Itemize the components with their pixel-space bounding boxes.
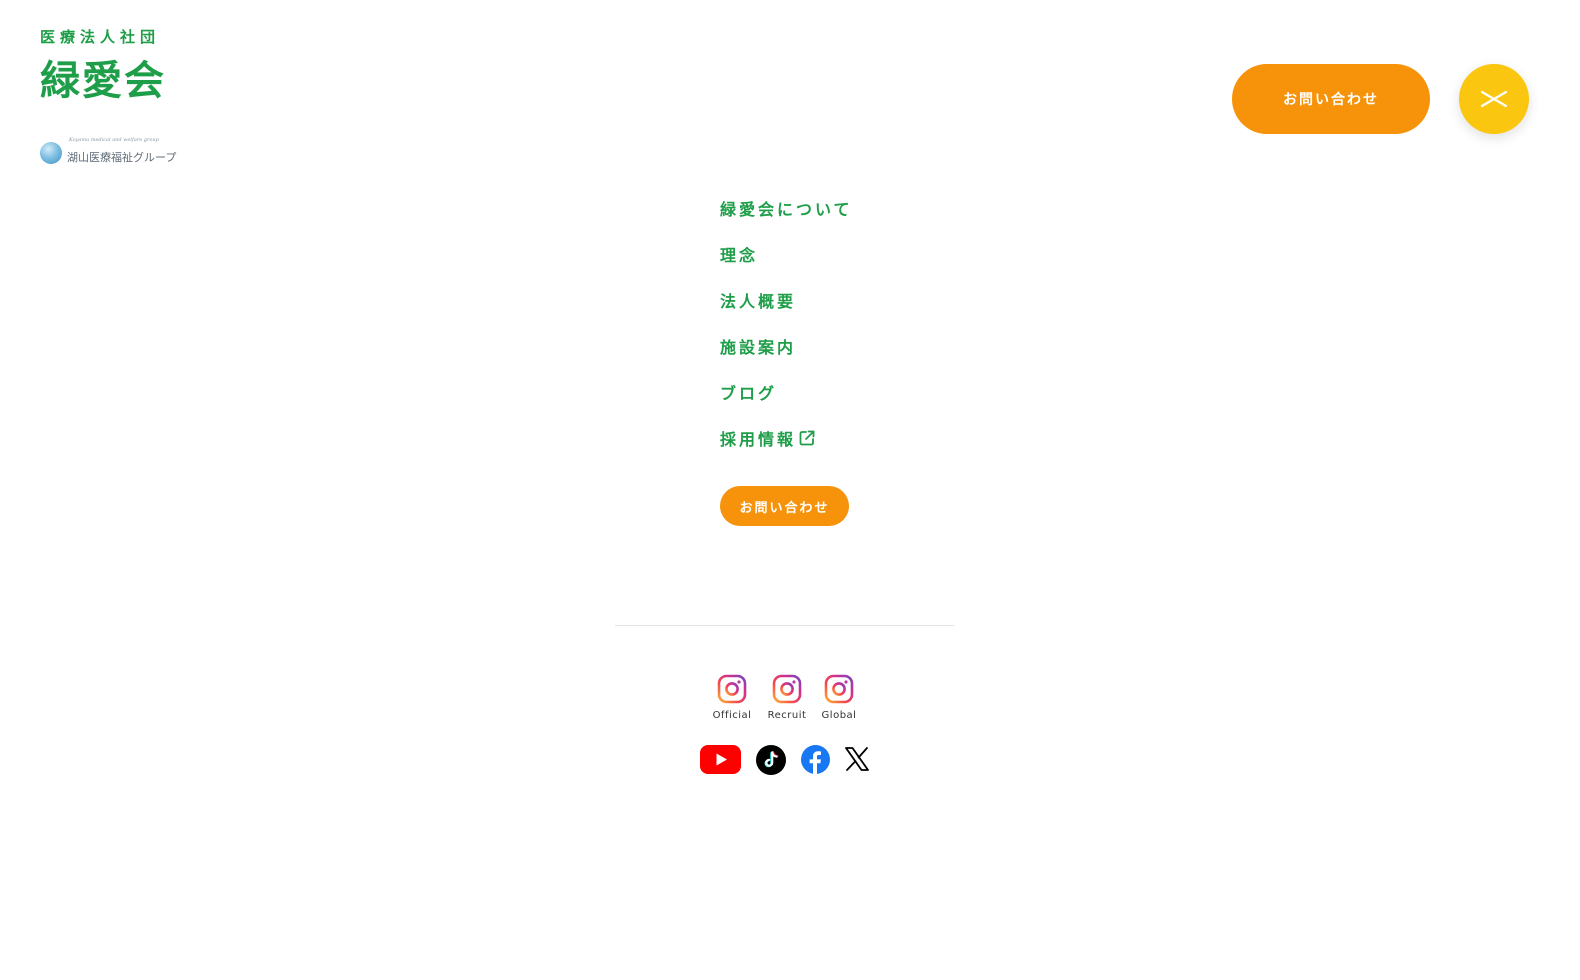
menu-item-label: 法人概要: [720, 292, 797, 311]
menu-item-label: 採用情報: [720, 430, 797, 449]
instagram-global-label: Global: [821, 710, 857, 721]
header-contact-label: お問い合わせ: [1283, 92, 1379, 108]
external-link-icon: [798, 429, 816, 447]
logo-subtitle: 医療法人社団: [40, 28, 161, 46]
menu-item-recruit[interactable]: 採用情報: [720, 424, 853, 452]
menu-item-label: 理念: [720, 246, 759, 265]
menu-item-label: 緑愛会について: [720, 200, 853, 219]
instagram-recruit-label: Recruit: [767, 710, 807, 721]
tiktok-icon: [756, 745, 786, 775]
facebook-link[interactable]: [801, 745, 830, 778]
close-icon: [1480, 90, 1508, 108]
menu-contact-label: お問い合わせ: [739, 500, 830, 516]
menu-item-blog[interactable]: ブログ: [720, 378, 853, 406]
global-menu: 緑愛会について 理念 法人概要 施設案内 ブログ 採用情報: [720, 194, 853, 470]
instagram-icon: [717, 674, 747, 704]
youtube-link[interactable]: [700, 745, 741, 778]
menu-item-facilities[interactable]: 施設案内: [720, 332, 853, 360]
menu-item-label: ブログ: [720, 384, 778, 403]
x-icon: [845, 747, 869, 771]
menu-item-corporate-profile[interactable]: 法人概要: [720, 286, 853, 314]
menu-item-label: 施設案内: [720, 338, 797, 357]
header-contact-button[interactable]: お問い合わせ: [1232, 64, 1430, 134]
group-tagline: Koyama medical and welfare group: [69, 137, 159, 143]
group-name: 湖山医療福祉グループ: [67, 151, 177, 164]
instagram-global-link[interactable]: Global: [809, 674, 869, 721]
instagram-icon: [772, 674, 802, 704]
group-logo[interactable]: Koyama medical and welfare group 湖山医療福祉グ…: [40, 137, 177, 165]
youtube-icon: [700, 745, 741, 774]
group-emblem-icon: [40, 141, 62, 164]
tiktok-link[interactable]: [756, 745, 786, 779]
instagram-official-label: Official: [712, 710, 752, 721]
menu-item-about[interactable]: 緑愛会について: [720, 194, 853, 222]
instagram-recruit-link[interactable]: Recruit: [757, 674, 817, 721]
menu-item-philosophy[interactable]: 理念: [720, 240, 853, 268]
divider: [615, 625, 954, 626]
menu-contact-button[interactable]: お問い合わせ: [720, 486, 849, 526]
logo-name: 緑愛会: [40, 58, 166, 104]
close-menu-button[interactable]: [1459, 64, 1529, 134]
group-logo-text: Koyama medical and welfare group 湖山医療福祉グ…: [67, 137, 177, 165]
facebook-icon: [801, 745, 830, 774]
instagram-official-link[interactable]: Official: [702, 674, 762, 721]
instagram-icon: [824, 674, 854, 704]
x-link[interactable]: [844, 746, 870, 776]
site-logo[interactable]: 医療法人社団 緑愛会 Koyama medical and welfare gr…: [40, 28, 190, 168]
